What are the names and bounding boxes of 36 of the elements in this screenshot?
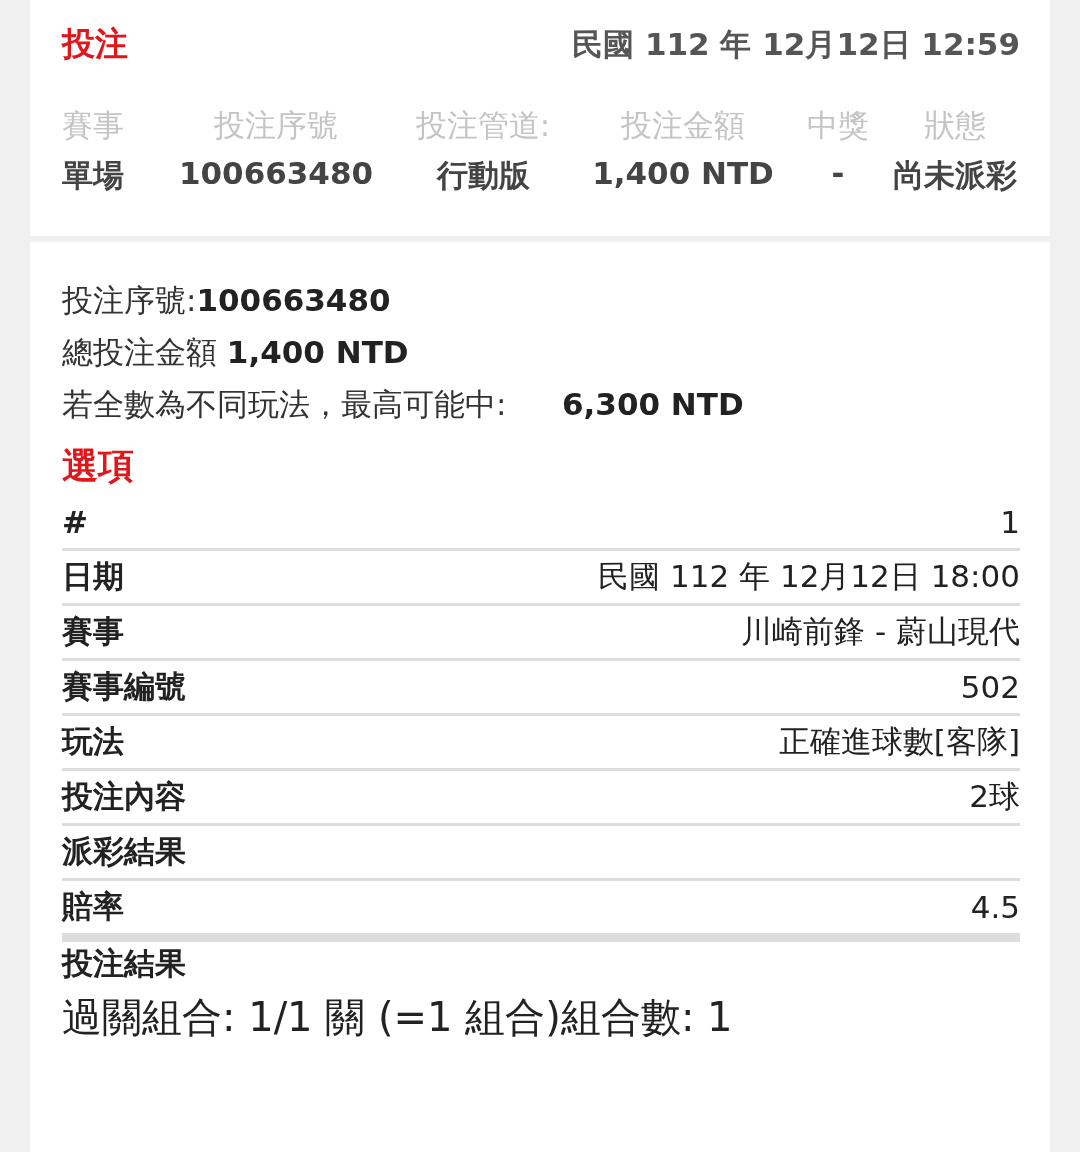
- summary-value: 尚未派彩: [893, 156, 1017, 195]
- detail-line: 總投注金額 1,400 NTD: [62, 333, 410, 372]
- column-header: 投注序號: [214, 106, 338, 145]
- row-label: 派彩結果: [62, 832, 186, 871]
- row-value: 川崎前鋒 - 蔚山現代: [741, 612, 1020, 651]
- column-header: 投注管道:: [415, 106, 551, 145]
- row-label: 賠率: [62, 887, 124, 926]
- row-label: 賽事: [62, 612, 124, 651]
- column-header: 賽事: [62, 106, 124, 145]
- max-win-value: 6,300 NTD: [562, 385, 744, 424]
- column-header: 狀態: [924, 106, 986, 145]
- row-value: 民國 112 年 12月12日 18:00: [598, 557, 1020, 596]
- row-value: 2球: [969, 777, 1020, 816]
- summary-value: 1,400 NTD: [592, 155, 774, 193]
- page-title: 投注: [62, 23, 128, 65]
- summary-value: 單場: [62, 156, 124, 195]
- row-value: 1: [1000, 504, 1020, 540]
- column-header: 中獎: [807, 106, 869, 145]
- row-value: 502: [960, 669, 1020, 705]
- row-value: 正確進球數[客隊]: [778, 722, 1020, 761]
- bet-datetime: 民國 112 年 12月12日 12:59: [572, 24, 1020, 64]
- summary-value: 行動版: [436, 156, 530, 195]
- row-label: #: [62, 504, 88, 540]
- row-value: 4.5: [970, 889, 1020, 925]
- combination-text: 過關組合: 1/1 關 (=1 組合)組合數: 1: [62, 993, 734, 1042]
- row-label: 賽事編號: [62, 667, 186, 706]
- detail-line: 投注序號:100663480: [62, 281, 392, 320]
- column-header: 投注金額: [621, 106, 745, 145]
- result-label: 投注結果: [62, 944, 187, 983]
- row-label: 日期: [62, 557, 124, 596]
- options-title: 選項: [62, 444, 135, 488]
- max-win-label: 若全數為不同玩法，最高可能中:: [62, 385, 508, 424]
- row-label: 玩法: [62, 722, 124, 761]
- summary-value: 100663480: [178, 155, 374, 193]
- row-label: 投注內容: [62, 777, 186, 816]
- summary-value: -: [831, 155, 845, 193]
